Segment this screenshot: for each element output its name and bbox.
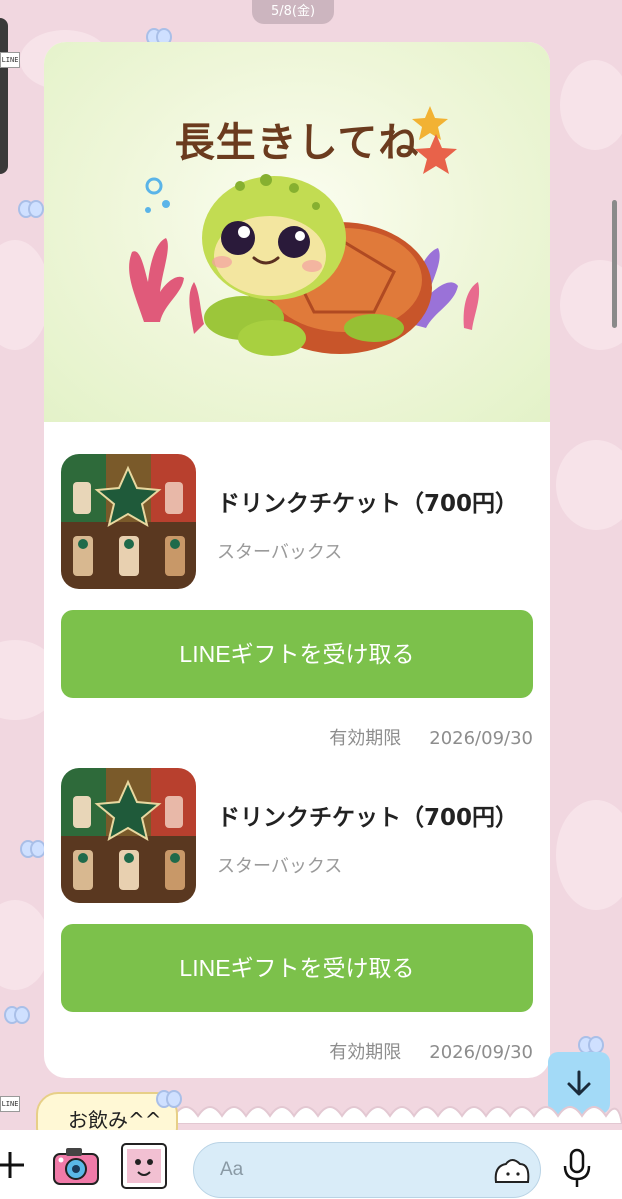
scrollbar[interactable] [612,200,617,328]
receive-gift-button[interactable]: LINEギフトを受け取る [61,610,533,698]
expiry-date: 2026/09/30 [429,1042,533,1063]
bow-decoration [156,1090,182,1108]
emoji-icon[interactable] [492,1156,532,1186]
line-logo-mini: LINE [0,1096,20,1112]
product-brand: スターバックス [217,542,343,563]
message-input-bar: Aa [0,1130,622,1199]
expiry-label: 有効期限 [329,728,402,749]
gift-message-card[interactable]: 長生きしてね ドリンクチケット（700円） スターバックス LINEギフトを受け… [44,42,550,1078]
mic-icon[interactable] [562,1148,592,1188]
receive-gift-button[interactable]: LINEギフトを受け取る [61,924,533,1012]
product-title: ドリンクチケット（700円） [217,491,519,517]
arrow-down-icon [567,1070,591,1096]
line-logo-mini: LINE [0,52,20,68]
message-text: お飲み^^ [68,1108,162,1132]
product-brand: スターバックス [217,856,343,877]
date-separator: 5/8(金) [252,0,334,24]
product-title: ドリンクチケット（700円） [217,805,519,831]
product-thumbnail[interactable] [61,454,196,589]
expiry-label: 有効期限 [329,1042,402,1063]
plus-icon[interactable] [0,1150,28,1180]
camera-icon[interactable] [52,1146,100,1186]
photo-icon[interactable] [120,1142,168,1190]
gift-item: ドリンクチケット（700円） スターバックス LINEギフトを受け取る 有効期限… [61,768,533,1068]
expiry-date: 2026/09/30 [429,728,533,749]
expiry-info: 有効期限 2026/09/30 [329,724,533,750]
cloud-decoration [150,1106,622,1124]
gift-item: ドリンクチケット（700円） スターバックス LINEギフトを受け取る 有効期限… [61,454,533,754]
product-thumbnail[interactable] [61,768,196,903]
expiry-info: 有効期限 2026/09/30 [329,1038,533,1064]
message-input[interactable]: Aa [193,1142,541,1198]
gift-hero-image[interactable]: 長生きしてね [44,42,550,422]
window-edge-tab [0,18,8,174]
hero-message-title: 長生きしてね [174,119,420,166]
turtle-illustration [129,106,480,356]
